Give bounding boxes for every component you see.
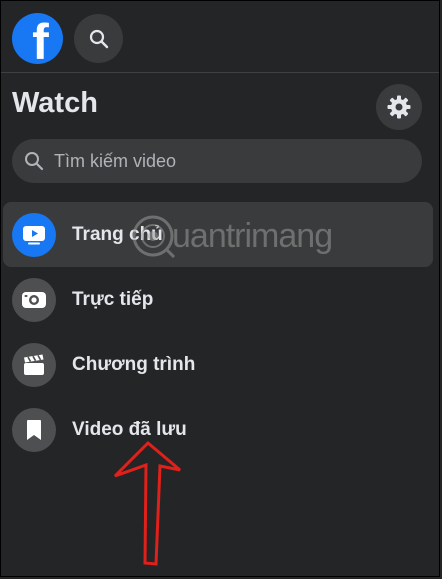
watch-nav: Trang chủ Trực tiếp Chương trình Video đ…	[3, 202, 433, 462]
facebook-logo-icon[interactable]: f	[12, 13, 63, 64]
nav-item-label: Chương trình	[72, 353, 196, 375]
settings-button[interactable]	[376, 84, 422, 130]
nav-item-label: Video đã lưu	[72, 418, 187, 440]
bookmark-icon	[12, 407, 56, 452]
search-icon	[89, 29, 108, 48]
nav-item-saved-videos[interactable]: Video đã lưu	[3, 397, 433, 462]
red-arrow-annotation	[113, 440, 181, 566]
search-icon	[25, 152, 44, 171]
nav-item-shows[interactable]: Chương trình	[3, 332, 433, 397]
top-bar: f	[1, 1, 439, 73]
play-screen-icon	[12, 212, 56, 257]
nav-item-label: Trực tiếp	[72, 288, 154, 310]
global-search-button[interactable]	[74, 14, 123, 63]
nav-item-home[interactable]: Trang chủ	[3, 202, 433, 267]
video-search-box[interactable]	[12, 139, 422, 183]
live-camera-icon	[12, 277, 56, 322]
nav-item-live[interactable]: Trực tiếp	[3, 267, 433, 332]
clapperboard-icon	[12, 342, 56, 387]
facebook-logo-letter: f	[32, 14, 49, 64]
gear-icon	[387, 95, 411, 119]
nav-item-label: Trang chủ	[72, 223, 163, 245]
video-search-input[interactable]	[52, 149, 396, 173]
page-title: Watch	[12, 87, 98, 119]
